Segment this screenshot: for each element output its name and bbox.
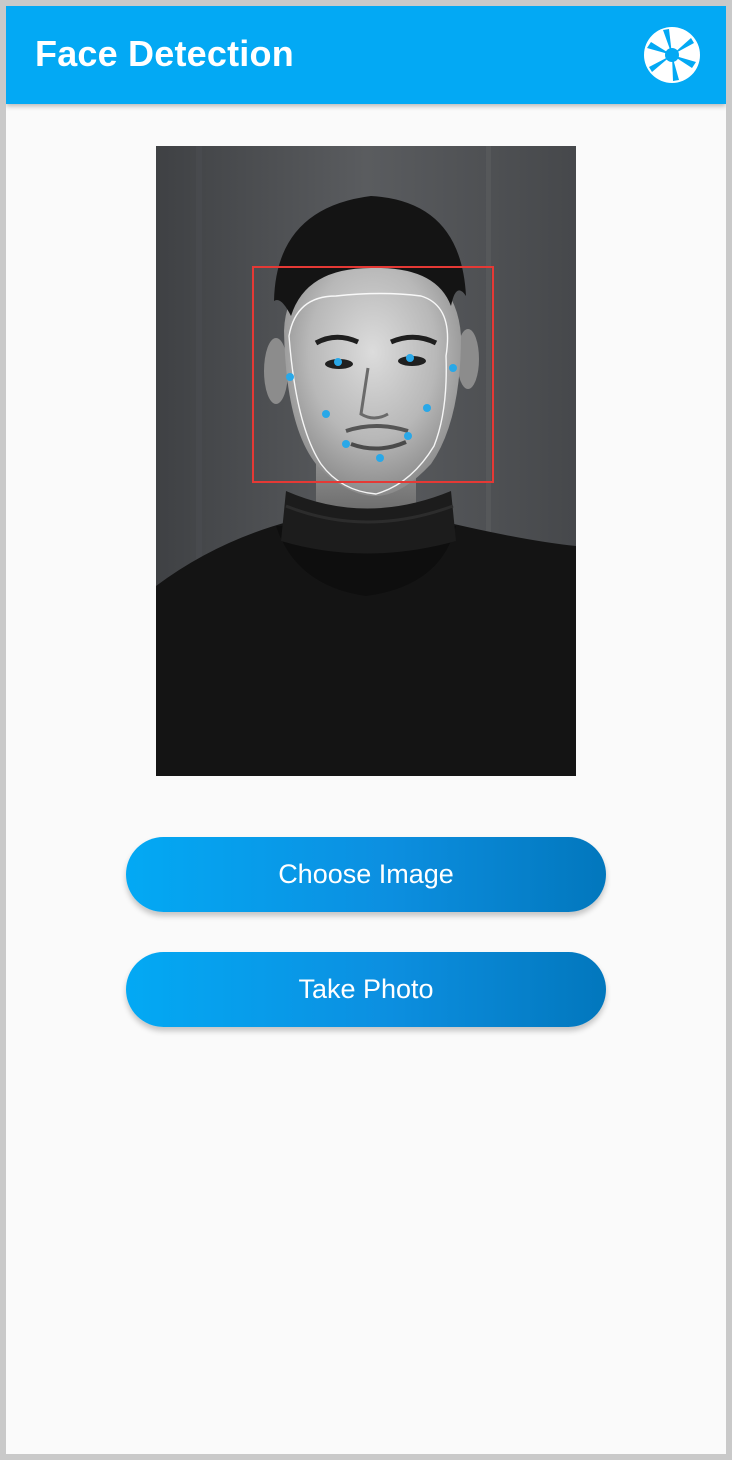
app-title: Face Detection [35,33,294,74]
portrait-image [156,146,576,776]
app-screen: Face Detection Choose Image Take Photo [6,6,726,1454]
face-detection-preview [156,146,576,776]
take-photo-button[interactable]: Take Photo [126,952,606,1027]
app-bar: Face Detection [6,6,726,104]
choose-image-button[interactable]: Choose Image [126,837,606,912]
camera-shutter-icon[interactable] [643,26,701,84]
